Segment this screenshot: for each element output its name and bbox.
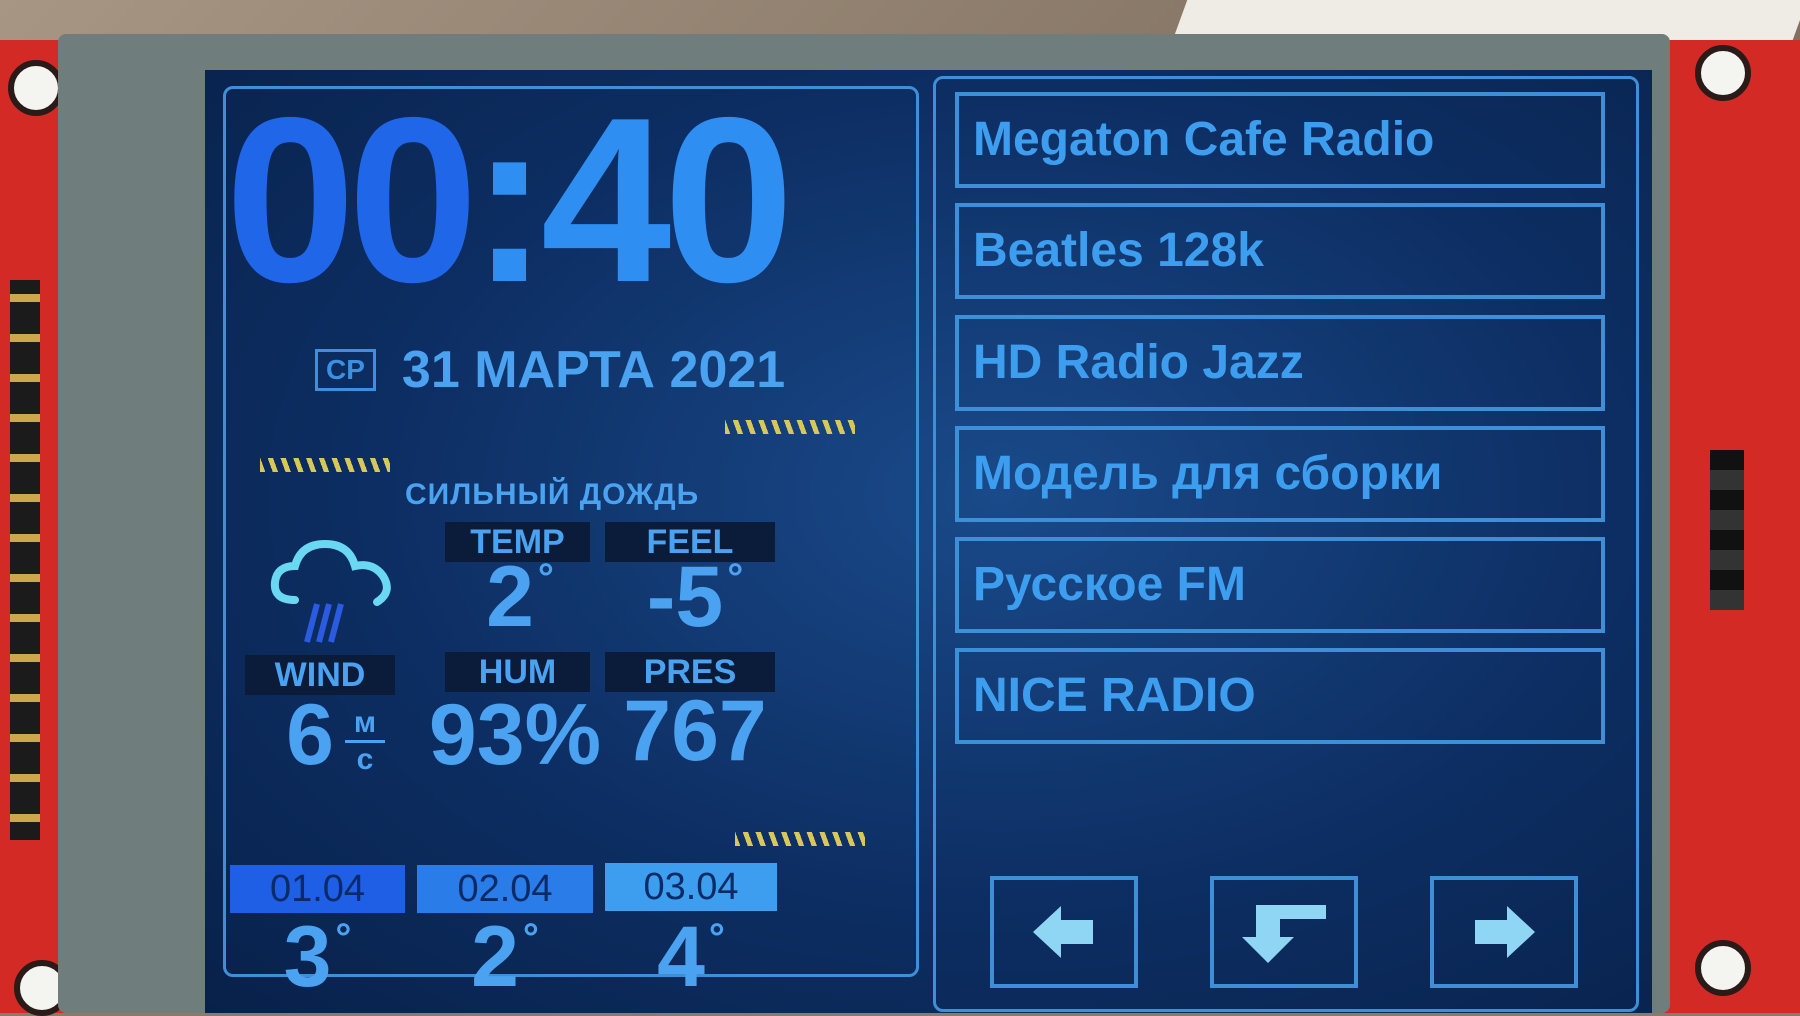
temp-unit: ° xyxy=(537,556,554,600)
feel-unit: ° xyxy=(727,556,744,600)
clock-hours: 00 xyxy=(225,70,478,331)
cloud-rain-icon xyxy=(270,539,391,643)
next-station-button[interactable] xyxy=(1430,876,1578,988)
temp-value: 2 ° xyxy=(440,548,600,647)
forecast-day-2-unit: ° xyxy=(522,916,539,960)
wind-unit-bottom: с xyxy=(356,743,374,776)
station-item[interactable]: Megaton Cafe Radio xyxy=(955,92,1605,188)
forecast-day-2-number: 2 xyxy=(471,909,519,1005)
prev-station-button[interactable] xyxy=(990,876,1138,988)
clock-separator: : xyxy=(470,70,548,331)
station-item[interactable]: NICE RADIO xyxy=(955,648,1605,744)
wind-unit: м с xyxy=(345,706,385,777)
station-item[interactable]: Русское FM xyxy=(955,537,1605,633)
forecast-day-2-date: 02.04 xyxy=(417,865,593,913)
forecast-day-1-unit: ° xyxy=(335,916,352,960)
arrow-right-icon xyxy=(1475,906,1535,958)
forecast-day-3-number: 4 xyxy=(657,909,705,1005)
date-text: 31 МАРТА 2021 xyxy=(401,341,786,399)
weather-condition: СИЛЬНЫЙ ДОЖДЬ xyxy=(405,478,700,511)
pin-header-left xyxy=(10,280,40,840)
decor-stripes xyxy=(735,832,865,846)
hum-value: 93% xyxy=(428,687,602,783)
pres-value: 767 xyxy=(623,683,767,779)
return-button[interactable] xyxy=(1210,876,1358,988)
return-icon xyxy=(1242,905,1326,963)
feel-value: -5 ° xyxy=(605,548,785,647)
forecast-day-1-temp: 3 ° xyxy=(230,908,405,1007)
pin-header-right xyxy=(1710,450,1744,610)
forecast-day-3-unit: ° xyxy=(708,916,725,960)
station-item[interactable]: Beatles 128k xyxy=(955,203,1605,299)
forecast-day-3-temp: 4 ° xyxy=(605,908,777,1007)
wind-unit-top: м xyxy=(345,706,385,743)
decor-stripes xyxy=(260,458,390,472)
station-item[interactable]: Модель для сборки xyxy=(955,426,1605,522)
mount-hole xyxy=(1695,940,1751,996)
clock-minutes: 40 xyxy=(540,70,794,331)
forecast-day-1-date: 01.04 xyxy=(230,865,405,913)
forecast-day-2-temp: 2 ° xyxy=(417,908,593,1007)
temp-number: 2 xyxy=(486,549,534,645)
decor-stripes xyxy=(725,420,855,434)
mount-hole xyxy=(1695,45,1751,101)
forecast-day-1-number: 3 xyxy=(283,909,332,1005)
arrow-left-icon xyxy=(1033,906,1093,958)
clock-display: 00:40 xyxy=(225,70,905,330)
weekday-badge: СР xyxy=(315,349,376,391)
feel-number: -5 xyxy=(646,549,724,645)
wind-value: 6 xyxy=(286,687,334,783)
forecast-day-3-date: 03.04 xyxy=(605,863,777,911)
mount-hole xyxy=(8,60,64,116)
station-item[interactable]: HD Radio Jazz xyxy=(955,315,1605,411)
date-row: СР 31 МАРТА 2021 xyxy=(315,340,785,400)
lcd-screen: 00:40 СР 31 МАРТА 2021 СИЛЬНЫЙ ДОЖДЬ TEM… xyxy=(205,70,1652,1013)
